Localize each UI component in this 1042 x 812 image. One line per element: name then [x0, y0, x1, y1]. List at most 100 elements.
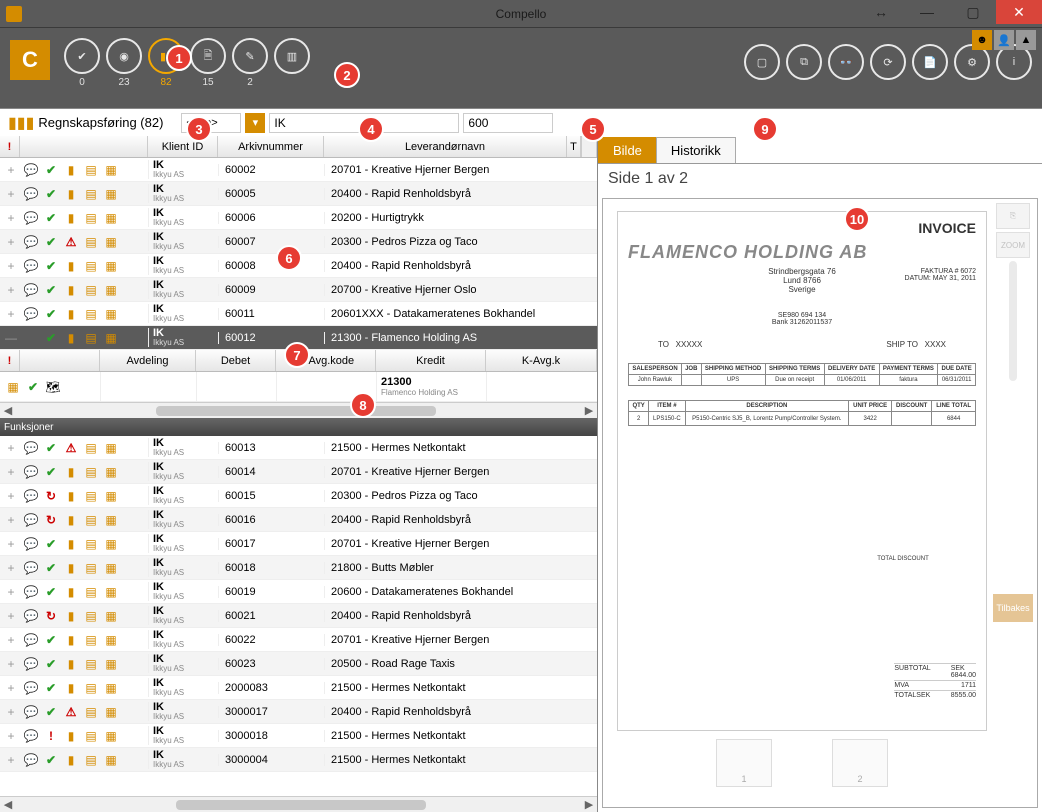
badge2-icon[interactable]: ▦	[102, 185, 120, 203]
badge2-icon[interactable]: ▦	[102, 535, 120, 553]
doc-icon[interactable]: ▮	[62, 559, 80, 577]
table-row[interactable]: +💬✔▮▤▦IKIkkyu AS6000920700 - Kreative Hj…	[0, 278, 597, 302]
warn-icon[interactable]: ⚠	[62, 439, 80, 457]
chat-icon[interactable]: 💬	[22, 727, 40, 745]
badge2-icon[interactable]: ▦	[102, 559, 120, 577]
doc-icon[interactable]: ▮	[62, 631, 80, 649]
badge-icon[interactable]: ▤	[82, 703, 100, 721]
arrows-button[interactable]: ↔	[858, 0, 904, 24]
plus-icon[interactable]: +	[2, 703, 20, 721]
badge-icon[interactable]: ▤	[82, 727, 100, 745]
table-row[interactable]: +💬↻▮▤▦IKIkkyu AS6001520300 - Pedros Pizz…	[0, 484, 597, 508]
chat-icon[interactable]: 💬	[22, 655, 40, 673]
check-icon[interactable]: ✔	[42, 209, 60, 227]
badge-icon[interactable]: ▤	[82, 209, 100, 227]
plus-icon[interactable]: +	[2, 161, 20, 179]
chat-icon[interactable]: 💬	[22, 703, 40, 721]
badge2-icon[interactable]: ▦	[102, 703, 120, 721]
badge2-icon[interactable]: ▦	[102, 439, 120, 457]
zoom-icon[interactable]: ZOOM	[996, 232, 1030, 258]
doc-icon[interactable]: ▮	[62, 583, 80, 601]
check-icon[interactable]: ✔	[42, 305, 60, 323]
grid-hscroll[interactable]: ◀▶	[0, 796, 597, 812]
refresh-icon[interactable]: ↻	[42, 487, 60, 505]
plus-icon[interactable]: +	[2, 233, 20, 251]
chat-icon[interactable]: 💬	[22, 631, 40, 649]
check-icon[interactable]: ✔	[42, 161, 60, 179]
col-archive[interactable]: Arkivnummer	[218, 136, 324, 157]
check-icon[interactable]: ✔	[42, 233, 60, 251]
chat-icon[interactable]: 💬	[22, 305, 40, 323]
check-icon[interactable]: ✔	[42, 281, 60, 299]
subrow-map-icon[interactable]: 🗺	[44, 378, 62, 396]
badge2-icon[interactable]: ▦	[102, 511, 120, 529]
badge-icon[interactable]: ▤	[82, 535, 100, 553]
check-icon[interactable]: ✔	[42, 439, 60, 457]
chat-icon[interactable]: 💬	[22, 209, 40, 227]
sub-hscroll[interactable]: ◀▶	[0, 402, 597, 418]
thumb-page-1[interactable]: 1	[716, 739, 772, 787]
doc-icon[interactable]: ▮	[62, 161, 80, 179]
tilbakes-button[interactable]: Tilbakes	[993, 594, 1033, 622]
subrow-check-icon[interactable]: ✔	[24, 378, 42, 396]
chat-icon[interactable]: 💬	[22, 607, 40, 625]
plus-icon[interactable]: +	[2, 727, 20, 745]
check-icon[interactable]: ✔	[42, 583, 60, 601]
chat-icon[interactable]: 💬	[22, 535, 40, 553]
chat-icon[interactable]: 💬	[22, 185, 40, 203]
plus-icon[interactable]: +	[2, 463, 20, 481]
col-flag[interactable]: !	[0, 136, 20, 157]
badge2-icon[interactable]: ▦	[102, 487, 120, 505]
tab-historikk[interactable]: Historikk	[656, 137, 736, 163]
check-icon[interactable]: ✔	[42, 703, 60, 721]
badge-icon[interactable]: ▤	[82, 487, 100, 505]
badge2-icon[interactable]: ▦	[102, 655, 120, 673]
badge-icon[interactable]: ▤	[82, 655, 100, 673]
hdr-window-icon[interactable]: ▢	[744, 44, 780, 80]
chat-icon[interactable]: 💬	[22, 161, 40, 179]
doc-icon[interactable]: ▮	[62, 185, 80, 203]
chat-icon[interactable]: 💬	[22, 257, 40, 275]
doc-icon[interactable]: ▮	[62, 257, 80, 275]
top-approve-icon[interactable]: ✔0	[64, 38, 100, 74]
chat-icon[interactable]: 💬	[22, 559, 40, 577]
app-logo[interactable]: C	[10, 40, 50, 80]
doc-icon[interactable]: ▮	[62, 463, 80, 481]
close-button[interactable]: ✕	[996, 0, 1042, 24]
minus-icon[interactable]: —	[2, 329, 20, 347]
minimize-button[interactable]: —	[904, 0, 950, 24]
doc-icon[interactable]: ▮	[62, 607, 80, 625]
plus-icon[interactable]: +	[2, 209, 20, 227]
badge2-icon[interactable]: ▦	[102, 679, 120, 697]
plus-icon[interactable]: +	[2, 281, 20, 299]
chat-icon[interactable]: 💬	[22, 511, 40, 529]
top-note-icon[interactable]: ✎2	[232, 38, 268, 74]
archive-filter-input[interactable]	[463, 113, 553, 133]
table-row[interactable]: +💬✔▮▤▦IKIkkyu AS6001720701 - Kreative Hj…	[0, 532, 597, 556]
table-row[interactable]: +💬✔▮▤▦IKIkkyu AS6002220701 - Kreative Hj…	[0, 628, 597, 652]
doc-icon[interactable]: ▮	[62, 751, 80, 769]
chat-icon[interactable]: 💬	[22, 233, 40, 251]
doc-icon[interactable]: ▮	[62, 535, 80, 553]
chat-icon[interactable]: 💬	[22, 281, 40, 299]
doc-icon[interactable]: ▮	[62, 727, 80, 745]
refresh-icon[interactable]: ↻	[42, 511, 60, 529]
table-row[interactable]: +💬✔▮▤▦IKIkkyu AS6001420701 - Kreative Hj…	[0, 460, 597, 484]
plus-icon[interactable]: +	[2, 439, 20, 457]
table-row[interactable]: +💬!▮▤▦IKIkkyu AS300001821500 - Hermes Ne…	[0, 724, 597, 748]
col-vendor[interactable]: Leverandørnavn	[324, 136, 567, 157]
badge2-icon[interactable]: ▦	[102, 209, 120, 227]
check-icon[interactable]: ✔	[42, 185, 60, 203]
table-row[interactable]: +💬✔▮▤▦IKIkkyu AS6000520400 - Rapid Renho…	[0, 182, 597, 206]
chat-icon[interactable]: 💬	[22, 679, 40, 697]
table-row[interactable]: +💬✔▮▤▦IKIkkyu AS300000421500 - Hermes Ne…	[0, 748, 597, 772]
badge-icon[interactable]: ▤	[82, 439, 100, 457]
tab-bilde[interactable]: Bilde	[598, 137, 657, 163]
badge2-icon[interactable]: ▦	[102, 631, 120, 649]
table-row[interactable]: +💬✔▮▤▦IKIkkyu AS6001120601XXX - Datakame…	[0, 302, 597, 326]
smiley-icon[interactable]: ☻	[972, 30, 992, 50]
funksjoner-bar[interactable]: Funksjoner	[0, 418, 597, 436]
doc-icon[interactable]: ▮	[62, 209, 80, 227]
chat-icon[interactable]: 💬	[22, 487, 40, 505]
hdr-refresh-icon[interactable]: ⟳	[870, 44, 906, 80]
